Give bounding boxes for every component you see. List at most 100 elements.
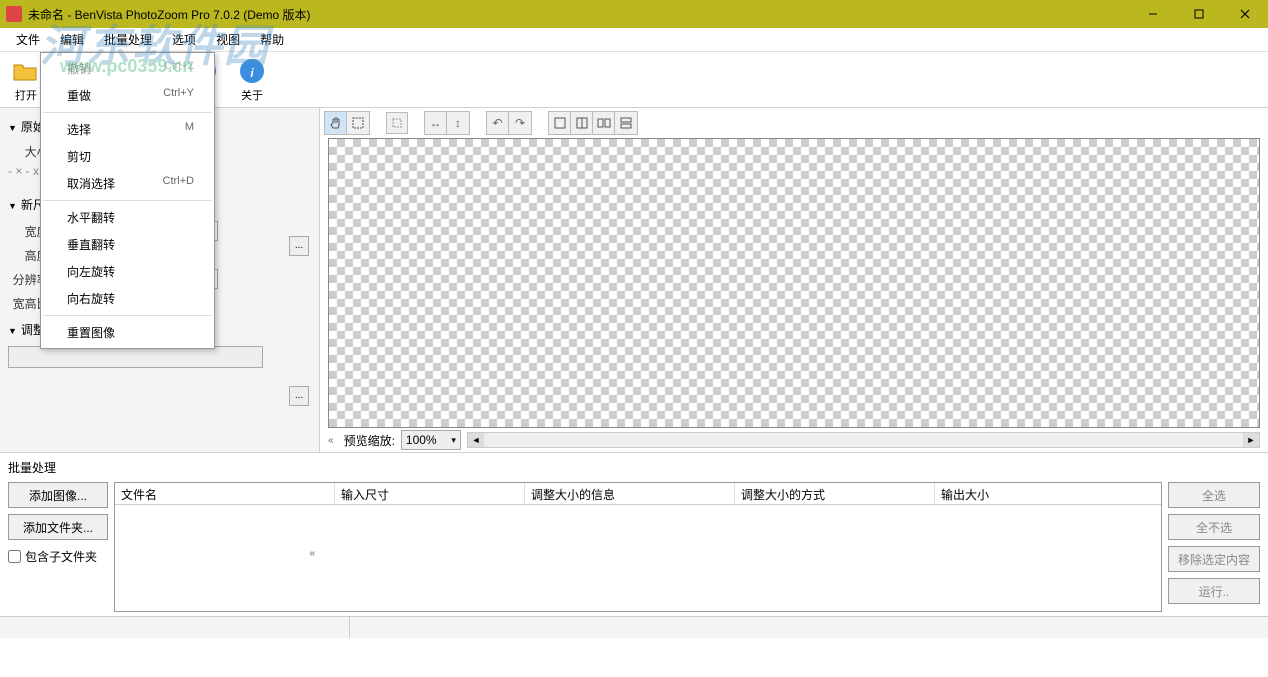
include-subfolders-checkbox[interactable]: 包含子文件夹 (8, 546, 108, 567)
menu-item[interactable]: 重置图像 (41, 319, 214, 346)
col-inputsize[interactable]: 输入尺寸 (335, 483, 525, 504)
tool-group-rotate: ↶ ↷ (486, 111, 532, 135)
layout-single-icon (553, 116, 567, 130)
menu-item[interactable]: 取消选择 Ctrl+D (41, 170, 214, 197)
panel-collapse-icon[interactable]: « (309, 548, 315, 559)
select-all-button[interactable]: 全选 (1168, 482, 1260, 508)
menu-item: 撤销Ctrl+Z (41, 55, 214, 82)
preview-canvas[interactable] (328, 138, 1260, 428)
menu-item[interactable]: 向左旋转 (41, 258, 214, 285)
menu-item-label: 选择 (67, 121, 91, 138)
crop-button[interactable] (386, 112, 408, 134)
layout-split-v-button[interactable] (571, 112, 593, 134)
close-button[interactable] (1222, 0, 1268, 28)
menu-help[interactable]: 帮助 (250, 28, 294, 51)
batch-body: 添加图像... 添加文件夹... 包含子文件夹 文件名 输入尺寸 调整大小的信息… (8, 482, 1260, 612)
col-resizemethod[interactable]: 调整大小的方式 (735, 483, 935, 504)
menu-options[interactable]: 选项 (162, 28, 206, 51)
menu-item-label: 重置图像 (67, 324, 115, 341)
view-toolbar: ↔ ↕ ↶ ↷ (320, 108, 1268, 138)
minimize-button[interactable] (1130, 0, 1176, 28)
menu-item-label: 重做 (67, 87, 91, 104)
app-icon (6, 6, 22, 22)
horizontal-scrollbar[interactable]: ◄ ► (467, 432, 1260, 448)
menu-item[interactable]: 重做 Ctrl+Y (41, 82, 214, 109)
newsize-more-button[interactable]: ... (289, 236, 309, 256)
menu-item-label: 向左旋转 (67, 263, 115, 280)
collapse-icon[interactable]: « (328, 435, 334, 446)
rotate-ccw-button[interactable]: ↶ (487, 112, 509, 134)
add-image-button[interactable]: 添加图像... (8, 482, 108, 508)
titlebar: 未命名 - BenVista PhotoZoom Pro 7.0.2 (Demo… (0, 0, 1268, 28)
folder-open-icon (12, 57, 40, 85)
menu-item[interactable]: 剪切 (41, 143, 214, 170)
include-subfolders-input[interactable] (8, 550, 21, 563)
scroll-right-button[interactable]: ► (1243, 433, 1259, 447)
status-cell-1 (0, 617, 350, 638)
hand-tool-button[interactable] (325, 112, 347, 134)
batch-table[interactable]: 文件名 输入尺寸 调整大小的信息 调整大小的方式 输出大小 (114, 482, 1162, 612)
run-button[interactable]: 运行.. (1168, 578, 1260, 604)
select-none-button[interactable]: 全不选 (1168, 514, 1260, 540)
info-icon: i (238, 57, 266, 85)
menu-item-label: 取消选择 (67, 175, 115, 192)
menu-item-shortcut: Ctrl+Y (163, 87, 194, 104)
layout-stack-icon (619, 116, 633, 130)
menu-item[interactable]: 水平翻转 (41, 204, 214, 231)
rotate-cw-button[interactable]: ↷ (509, 112, 531, 134)
tool-group-nav (324, 111, 370, 135)
menu-item-label: 剪切 (67, 148, 91, 165)
batch-title: 批量处理 (8, 459, 1260, 476)
col-filename[interactable]: 文件名 (115, 483, 335, 504)
scroll-left-button[interactable]: ◄ (468, 433, 484, 447)
about-button[interactable]: i 关于 (230, 55, 274, 105)
batch-table-header: 文件名 输入尺寸 调整大小的信息 调整大小的方式 输出大小 (115, 483, 1161, 505)
menu-view[interactable]: 视图 (206, 28, 250, 51)
right-panel: ↔ ↕ ↶ ↷ (320, 108, 1268, 452)
menu-file[interactable]: 文件 (6, 28, 50, 51)
add-folder-button[interactable]: 添加文件夹... (8, 514, 108, 540)
arrow-v-button[interactable]: ↕ (447, 112, 469, 134)
batch-right-buttons: 全选 全不选 移除选定内容 运行.. (1168, 482, 1260, 612)
about-label: 关于 (241, 87, 263, 103)
maximize-button[interactable] (1176, 0, 1222, 28)
marquee-tool-button[interactable] (347, 112, 369, 134)
close-icon (1240, 9, 1250, 19)
arrow-h-button[interactable]: ↔ (425, 112, 447, 134)
menu-item[interactable]: 选择 M (41, 116, 214, 143)
menu-item-shortcut: M (185, 121, 194, 138)
menu-item[interactable]: 向右旋转 (41, 285, 214, 312)
maximize-icon (1194, 9, 1204, 19)
menu-item-label: 水平翻转 (67, 209, 115, 226)
layout-stack-button[interactable] (615, 112, 637, 134)
layout-side-button[interactable] (593, 112, 615, 134)
resize-more-button[interactable]: ... (289, 386, 309, 406)
resize-method-combo[interactable] (8, 346, 263, 368)
menu-edit[interactable]: 编辑 (50, 28, 94, 51)
menubar: 文件 编辑 批量处理 选项 视图 帮助 (0, 28, 1268, 52)
layout-single-button[interactable] (549, 112, 571, 134)
edit-menu-dropdown: 撤销Ctrl+Z 重做 Ctrl+Y 选择 M 剪切取消选择 Ctrl+D 水平翻转垂直翻转向… (40, 52, 215, 349)
menu-separator (43, 112, 212, 113)
remove-selected-button[interactable]: 移除选定内容 (1168, 546, 1260, 572)
zoom-select[interactable]: 100%▾ (401, 430, 461, 450)
status-cell-2 (350, 617, 1268, 638)
col-resizeinfo[interactable]: 调整大小的信息 (525, 483, 735, 504)
col-outputsize[interactable]: 输出大小 (935, 483, 1161, 504)
window-title: 未命名 - BenVista PhotoZoom Pro 7.0.2 (Demo… (28, 6, 1130, 23)
marquee-icon (351, 116, 365, 130)
tool-group-layout (548, 111, 638, 135)
batch-panel: 批量处理 添加图像... 添加文件夹... 包含子文件夹 文件名 输入尺寸 调整… (0, 452, 1268, 616)
statusbar (0, 616, 1268, 638)
menu-item-shortcut: Ctrl+D (163, 175, 194, 192)
crop-icon (390, 116, 404, 130)
layout-splitv-icon (575, 116, 589, 130)
window-buttons (1130, 0, 1268, 28)
open-label: 打开 (15, 87, 37, 103)
menu-item[interactable]: 垂直翻转 (41, 231, 214, 258)
original-px-value: - × - x (8, 164, 39, 178)
minimize-icon (1148, 9, 1158, 19)
menu-batch[interactable]: 批量处理 (94, 28, 162, 51)
menu-item-shortcut: Ctrl+Z (164, 60, 194, 77)
menu-item-label: 向右旋转 (67, 290, 115, 307)
